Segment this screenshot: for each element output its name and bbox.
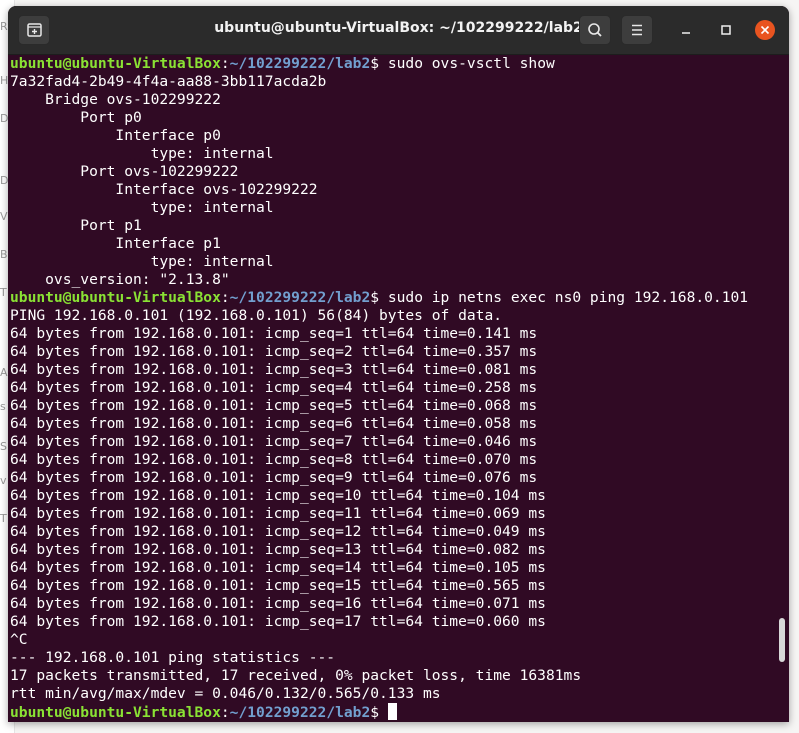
output-line: Bridge ovs-102299222 [10,91,221,108]
background-window-text: H [0,74,8,87]
output-line: 64 bytes from 192.168.0.101: icmp_seq=14… [10,559,546,576]
prompt-user-host: ubuntu@ubuntu-VirtualBox [10,289,221,306]
output-line: 64 bytes from 192.168.0.101: icmp_seq=10… [10,487,546,504]
output-line: 64 bytes from 192.168.0.101: icmp_seq=17… [10,613,546,630]
output-line: 7a32fad4-2b49-4f4a-aa88-3bb117acda2b [10,73,327,90]
prompt-separator: : [220,55,230,72]
hamburger-menu-icon [632,24,642,36]
background-window-text: v [0,474,7,487]
background-window-text: A [0,366,8,379]
output-line: 64 bytes from 192.168.0.101: icmp_seq=9 … [10,469,538,486]
output-line: 64 bytes from 192.168.0.101: icmp_seq=8 … [10,451,538,468]
prompt-dollar: $ [370,55,388,72]
maximize-button[interactable] [716,20,736,40]
minimize-icon [682,32,690,34]
output-line: 64 bytes from 192.168.0.101: icmp_seq=15… [10,577,546,594]
minimize-button[interactable] [676,20,696,40]
output-line: Port p0 [10,109,142,126]
prompt-user-host: ubuntu@ubuntu-VirtualBox [10,704,221,721]
output-line: rtt min/avg/max/mdev = 0.046/0.132/0.565… [10,685,441,702]
output-line: PING 192.168.0.101 (192.168.0.101) 56(84… [10,307,503,324]
background-window-text: V [0,210,8,223]
command-text: sudo ip netns exec ns0 ping 192.168.0.10… [387,289,749,306]
output-line: Interface p0 [10,127,221,144]
terminal-output[interactable]: ubuntu@ubuntu-VirtualBox:~/102299222/lab… [8,55,789,722]
prompt-path: ~/102299222/lab2 [229,704,371,721]
scrollbar[interactable] [779,618,785,662]
background-window-text: S [0,440,7,453]
prompt-dollar: $ [370,704,388,721]
window-title: ubuntu@ubuntu-VirtualBox: ~/102299222/la… [214,20,583,36]
terminal-window[interactable]: ubuntu@ubuntu-VirtualBox: ~/102299222/la… [8,6,789,722]
background-window-text: B [0,248,8,261]
background-window-text: T [0,512,7,525]
output-line: 64 bytes from 192.168.0.101: icmp_seq=7 … [10,433,538,450]
prompt-separator: : [220,289,230,306]
text-cursor [387,703,397,720]
prompt-line: ubuntu@ubuntu-VirtualBox:~/102299222/lab… [10,703,789,721]
output-line: Port p1 [10,217,142,234]
output-line: 17 packets transmitted, 17 received, 0% … [10,667,582,684]
output-line: Port ovs-102299222 [10,163,239,180]
background-window-text: R [0,20,8,33]
title-bar[interactable]: ubuntu@ubuntu-VirtualBox: ~/102299222/la… [8,6,789,55]
close-icon [760,25,770,35]
prompt-path: ~/102299222/lab2 [229,55,371,72]
background-window-text: s [0,400,6,413]
output-line: 64 bytes from 192.168.0.101: icmp_seq=6 … [10,415,538,432]
prompt-line: ubuntu@ubuntu-VirtualBox:~/102299222/lab… [10,55,789,73]
close-button[interactable] [755,20,775,40]
output-line: type: internal [10,145,274,162]
maximize-icon [721,25,731,35]
output-line: type: internal [10,199,274,216]
output-line: ^C [10,631,28,648]
output-line: 64 bytes from 192.168.0.101: icmp_seq=1 … [10,325,538,342]
prompt-separator: : [220,704,230,721]
prompt-dollar: $ [370,289,388,306]
output-line: 64 bytes from 192.168.0.101: icmp_seq=12… [10,523,546,540]
menu-button[interactable] [621,15,653,45]
search-icon [588,23,602,37]
output-line: Interface ovs-102299222 [10,181,318,198]
output-line: 64 bytes from 192.168.0.101: icmp_seq=16… [10,595,546,612]
output-line: type: internal [10,253,274,270]
output-line: 64 bytes from 192.168.0.101: icmp_seq=11… [10,505,546,522]
output-line: ovs_version: "2.13.8" [10,271,230,288]
background-window-text: T [0,286,7,299]
output-line: 64 bytes from 192.168.0.101: icmp_seq=3 … [10,361,538,378]
prompt-user-host: ubuntu@ubuntu-VirtualBox [10,55,221,72]
command-text: sudo ovs-vsctl show [387,55,555,72]
output-line: 64 bytes from 192.168.0.101: icmp_seq=4 … [10,379,538,396]
output-line: Interface p1 [10,235,221,252]
background-window-text: D [0,112,8,125]
prompt-line: ubuntu@ubuntu-VirtualBox:~/102299222/lab… [10,289,789,307]
prompt-path: ~/102299222/lab2 [229,289,371,306]
output-line: 64 bytes from 192.168.0.101: icmp_seq=2 … [10,343,538,360]
background-window-text: D [0,174,8,187]
output-line: 64 bytes from 192.168.0.101: icmp_seq=13… [10,541,546,558]
search-button[interactable] [579,15,611,45]
output-line: --- 192.168.0.101 ping statistics --- [10,649,336,666]
output-line: 64 bytes from 192.168.0.101: icmp_seq=5 … [10,397,538,414]
